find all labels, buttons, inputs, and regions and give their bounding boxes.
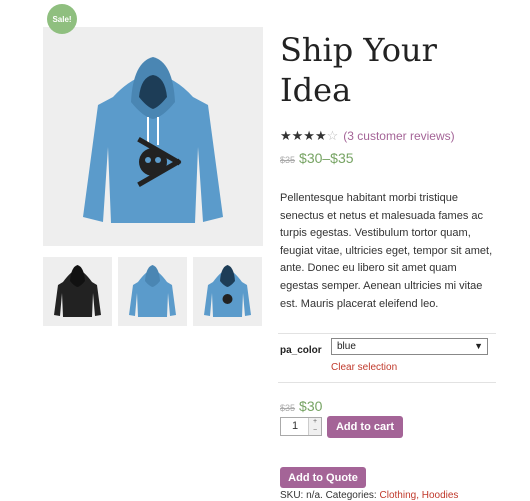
variation-label: pa_color <box>280 345 322 356</box>
increment-icon[interactable]: + <box>313 418 317 427</box>
price-current: $30–$35 <box>299 150 354 166</box>
add-to-quote-button[interactable]: Add to Quote <box>280 467 366 488</box>
add-to-cart-button[interactable]: Add to cart <box>327 416 403 438</box>
divider <box>278 333 496 334</box>
price-range: $35 $30–$35 <box>280 150 354 166</box>
hoodie-blue-icon <box>129 265 176 317</box>
thumbnail-blue-hoodie[interactable] <box>118 257 187 326</box>
divider <box>278 382 496 383</box>
hoodie-black-icon <box>54 265 101 317</box>
quantity-stepper[interactable]: 1 + − <box>280 417 322 436</box>
decrement-icon[interactable]: − <box>313 427 317 436</box>
variation-price: $35 $30 <box>280 398 322 414</box>
price-old: $35 <box>280 155 296 165</box>
clear-selection-link[interactable]: Clear selection <box>331 362 397 373</box>
product-main-image[interactable] <box>43 27 263 246</box>
stepper-arrows[interactable]: + − <box>308 418 321 435</box>
product-description: Pellentesque habitant morbi tristique se… <box>280 192 493 310</box>
reviews-link[interactable]: (3 customer reviews) <box>343 129 454 143</box>
thumbnail-blue-hoodie-logo[interactable] <box>193 257 262 326</box>
sale-badge: Sale! <box>47 4 77 34</box>
dropdown-arrow-icon: ▼ <box>474 341 483 351</box>
star-rating-icon: ★★★★☆ <box>280 128 339 143</box>
variation-price-current: $30 <box>299 398 323 414</box>
thumbnail-black-hoodie[interactable] <box>43 257 112 326</box>
quantity-value[interactable]: 1 <box>281 418 308 435</box>
color-select-value: blue <box>337 341 356 352</box>
meta-text: SKU: n/a. Categories: <box>280 490 380 501</box>
hoodie-illustration <box>83 57 223 223</box>
color-select[interactable]: blue ▼ <box>331 338 488 355</box>
product-meta: SKU: n/a. Categories: Clothing, Hoodies <box>280 490 458 501</box>
variation-price-old: $35 <box>280 403 296 413</box>
category-link[interactable]: Clothing, Hoodies <box>380 490 459 501</box>
rating-row: ★★★★☆ (3 customer reviews) <box>280 128 455 144</box>
product-title: Ship Your Idea <box>280 31 437 109</box>
hoodie-blue-logo-icon <box>204 265 251 317</box>
